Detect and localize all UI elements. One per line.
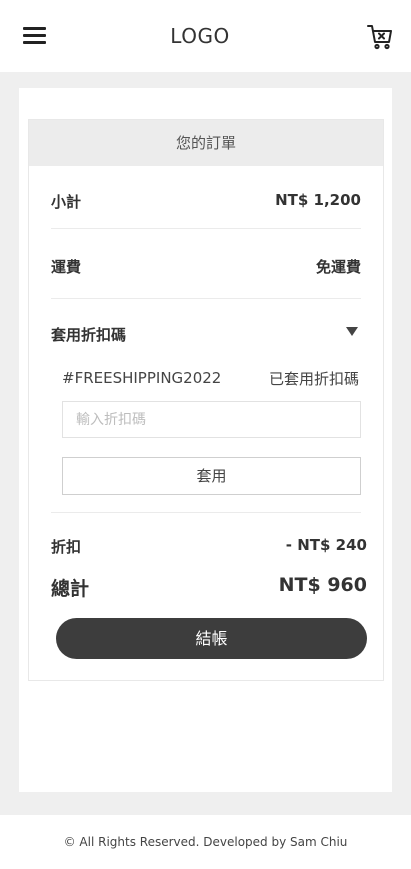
- shopping-cart-icon[interactable]: [366, 22, 394, 50]
- subtotal-value: NT$ 1,200: [275, 191, 361, 209]
- apply-coupon-button[interactable]: 套用: [62, 457, 361, 495]
- total-label: 總計: [51, 578, 90, 600]
- coupon-input[interactable]: [62, 401, 361, 438]
- order-title: 您的訂單: [29, 120, 383, 166]
- shipping-value: 免運費: [315, 258, 361, 276]
- discount-label: 折扣: [51, 538, 82, 556]
- top-header: LOGO: [0, 0, 411, 72]
- applied-coupon-code: #FREESHIPPING2022: [62, 369, 222, 387]
- footer-copyright: © All Rights Reserved. Developed by Sam …: [0, 815, 411, 869]
- coupon-toggle-label[interactable]: 套用折扣碼: [51, 324, 126, 345]
- checkout-button[interactable]: 結帳: [56, 618, 367, 659]
- hamburger-menu-icon[interactable]: [23, 27, 46, 45]
- divider: [51, 512, 361, 513]
- subtotal-label: 小計: [51, 193, 82, 211]
- divider: [51, 298, 361, 299]
- shipping-label: 運費: [51, 258, 82, 276]
- discount-value: - NT$ 240: [285, 536, 367, 554]
- total-value: NT$ 960: [278, 574, 367, 596]
- caret-down-icon[interactable]: [346, 327, 358, 336]
- divider: [51, 228, 361, 229]
- applied-coupon-status: 已套用折扣碼: [268, 370, 359, 388]
- logo[interactable]: LOGO: [150, 24, 250, 48]
